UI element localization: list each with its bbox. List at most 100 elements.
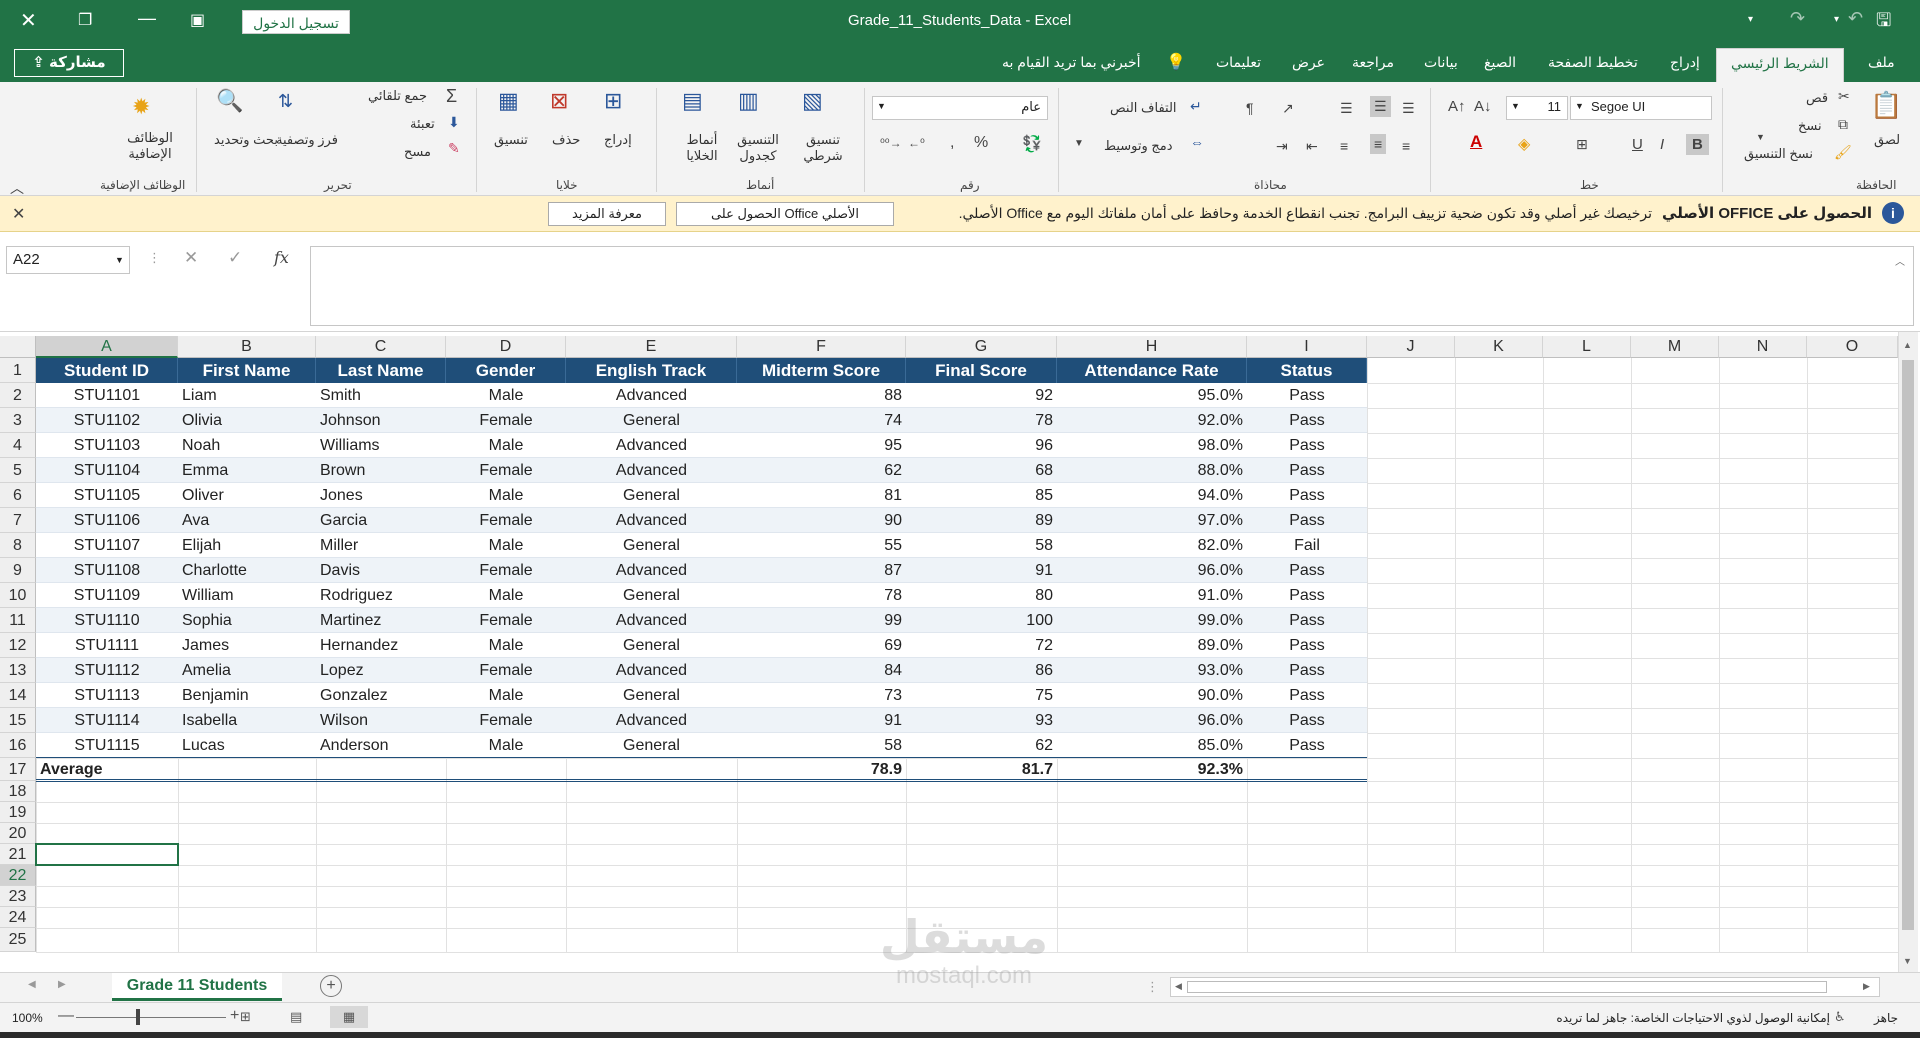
column-header[interactable]: D — [446, 336, 566, 358]
table-cell[interactable]: 88 — [737, 383, 906, 408]
table-cell[interactable]: STU1111 — [36, 633, 178, 658]
row-header[interactable]: 8 — [0, 533, 36, 558]
paste-icon[interactable]: 📋 — [1870, 92, 1902, 118]
table-cell[interactable]: William — [178, 583, 316, 608]
table-cell[interactable]: 78 — [737, 583, 906, 608]
formula-input[interactable]: ︿ — [310, 246, 1914, 326]
row-header[interactable]: 17 — [0, 758, 36, 781]
prev-sheet-icon[interactable]: ◀ — [28, 979, 36, 990]
table-cell[interactable]: Pass — [1247, 633, 1367, 658]
find-select-button[interactable]: بحث وتحديد — [214, 132, 278, 148]
tab-page-layout[interactable]: تخطيط الصفحة — [1548, 54, 1638, 71]
minimize-icon[interactable]: — — [138, 8, 156, 29]
column-header[interactable]: O — [1807, 336, 1898, 358]
column-header[interactable]: M — [1631, 336, 1719, 358]
accessibility-status[interactable]: إمكانية الوصول لذوي الاحتياجات الخاصة: ج… — [1540, 1011, 1830, 1025]
table-cell[interactable]: STU1114 — [36, 708, 178, 733]
table-cell[interactable]: 91 — [906, 558, 1057, 583]
qat-customize-icon[interactable]: ▾ — [1748, 14, 1753, 25]
table-cell[interactable]: 58 — [737, 733, 906, 758]
table-cell[interactable]: 97.0% — [1057, 508, 1247, 533]
table-cell[interactable]: Female — [446, 508, 566, 533]
table-header-cell[interactable]: First Name — [178, 358, 316, 383]
sort-filter-button[interactable]: فرز وتصفية — [276, 132, 338, 148]
vertical-scrollbar[interactable]: ▲ ▼ — [1898, 332, 1918, 972]
table-cell[interactable]: Williams — [316, 433, 446, 458]
table-cell[interactable]: Female — [446, 658, 566, 683]
table-cell[interactable]: 86 — [906, 658, 1057, 683]
average-cell[interactable]: 92.3% — [1057, 758, 1247, 781]
column-header[interactable]: C — [316, 336, 446, 358]
table-cell[interactable]: Pass — [1247, 483, 1367, 508]
delete-cells-icon[interactable]: ⊠ — [550, 90, 568, 112]
table-cell[interactable]: 93 — [906, 708, 1057, 733]
undo-icon[interactable]: ↶ — [1848, 8, 1863, 29]
table-cell[interactable]: Lopez — [316, 658, 446, 683]
align-right-icon[interactable]: ≡ — [1402, 138, 1410, 154]
row-header[interactable]: 18 — [0, 781, 36, 802]
table-cell[interactable]: Female — [446, 408, 566, 433]
table-cell[interactable]: Oliver — [178, 483, 316, 508]
table-cell[interactable]: 91.0% — [1057, 583, 1247, 608]
cell-styles-icon[interactable]: ▤ — [682, 90, 703, 112]
close-icon[interactable]: ✕ — [20, 8, 37, 33]
table-cell[interactable]: Benjamin — [178, 683, 316, 708]
table-cell[interactable]: Pass — [1247, 408, 1367, 433]
table-cell[interactable]: Pass — [1247, 458, 1367, 483]
name-box[interactable]: A22 ▼ — [6, 246, 130, 274]
percent-icon[interactable]: % — [974, 134, 988, 152]
underline-icon[interactable]: U — [1632, 136, 1643, 153]
table-cell[interactable]: Martinez — [316, 608, 446, 633]
table-header-cell[interactable]: Last Name — [316, 358, 446, 383]
page-break-view-icon[interactable]: ⊞ — [240, 1009, 251, 1025]
format-as-table-button[interactable]: التنسيق كجدول — [730, 132, 786, 164]
table-header-cell[interactable]: Student ID — [36, 358, 178, 383]
cancel-icon[interactable]: ✕ — [184, 248, 198, 268]
table-cell[interactable]: 55 — [737, 533, 906, 558]
table-cell[interactable]: 94.0% — [1057, 483, 1247, 508]
table-cell[interactable]: James — [178, 633, 316, 658]
table-cell[interactable]: Ava — [178, 508, 316, 533]
table-cell[interactable]: Olivia — [178, 408, 316, 433]
tab-data[interactable]: بيانات — [1424, 54, 1458, 71]
row-header[interactable]: 21 — [0, 844, 36, 865]
tab-view[interactable]: عرض — [1292, 54, 1325, 71]
select-all-corner[interactable] — [0, 336, 36, 358]
add-sheet-icon[interactable]: + — [320, 975, 342, 997]
table-cell[interactable]: Pass — [1247, 508, 1367, 533]
redo-icon[interactable]: ↷ — [1790, 8, 1805, 29]
row-header[interactable]: 6 — [0, 483, 36, 508]
table-cell[interactable]: Female — [446, 708, 566, 733]
number-format-select[interactable]: عام ▼ — [872, 96, 1048, 120]
table-cell[interactable]: STU1112 — [36, 658, 178, 683]
delete-cells-button[interactable]: حذف — [552, 132, 580, 148]
tab-home[interactable]: الشريط الرئيسي — [1716, 48, 1844, 82]
table-cell[interactable]: Advanced — [566, 433, 737, 458]
table-cell[interactable]: Male — [446, 583, 566, 608]
table-cell[interactable]: Garcia — [316, 508, 446, 533]
table-cell[interactable]: Smith — [316, 383, 446, 408]
table-cell[interactable]: General — [566, 533, 737, 558]
find-icon[interactable]: 🔍 — [216, 90, 243, 112]
zoom-in-icon[interactable]: + — [230, 1007, 239, 1025]
table-cell[interactable]: Gonzalez — [316, 683, 446, 708]
table-cell[interactable]: STU1105 — [36, 483, 178, 508]
addins-icon[interactable]: ✹ — [132, 96, 150, 118]
insert-cells-icon[interactable]: ⊞ — [604, 90, 622, 112]
average-cell[interactable]: Average — [36, 758, 178, 781]
table-cell[interactable]: 92 — [906, 383, 1057, 408]
format-cells-icon[interactable]: ▦ — [498, 90, 519, 112]
tab-insert[interactable]: إدراج — [1670, 54, 1700, 71]
table-cell[interactable]: 85 — [906, 483, 1057, 508]
scroll-left-icon[interactable]: ◀ — [1175, 981, 1182, 992]
conditional-formatting-button[interactable]: تنسيق شرطي — [796, 132, 850, 164]
row-header[interactable]: 22 — [0, 865, 36, 886]
table-cell[interactable]: General — [566, 408, 737, 433]
zoom-level[interactable]: 100% — [12, 1011, 43, 1025]
table-cell[interactable]: Pass — [1247, 433, 1367, 458]
normal-view-icon[interactable]: ▦ — [330, 1006, 368, 1028]
decrease-font-icon[interactable]: A↓ — [1474, 98, 1492, 115]
table-cell[interactable]: 75 — [906, 683, 1057, 708]
table-cell[interactable]: 62 — [737, 458, 906, 483]
worksheet-grid[interactable]: ABCDEFGHIJKLMNO 1 2 3 4 5 6 7 8 9 10 11 12 13 14 15 16 1… — [0, 332, 1900, 972]
